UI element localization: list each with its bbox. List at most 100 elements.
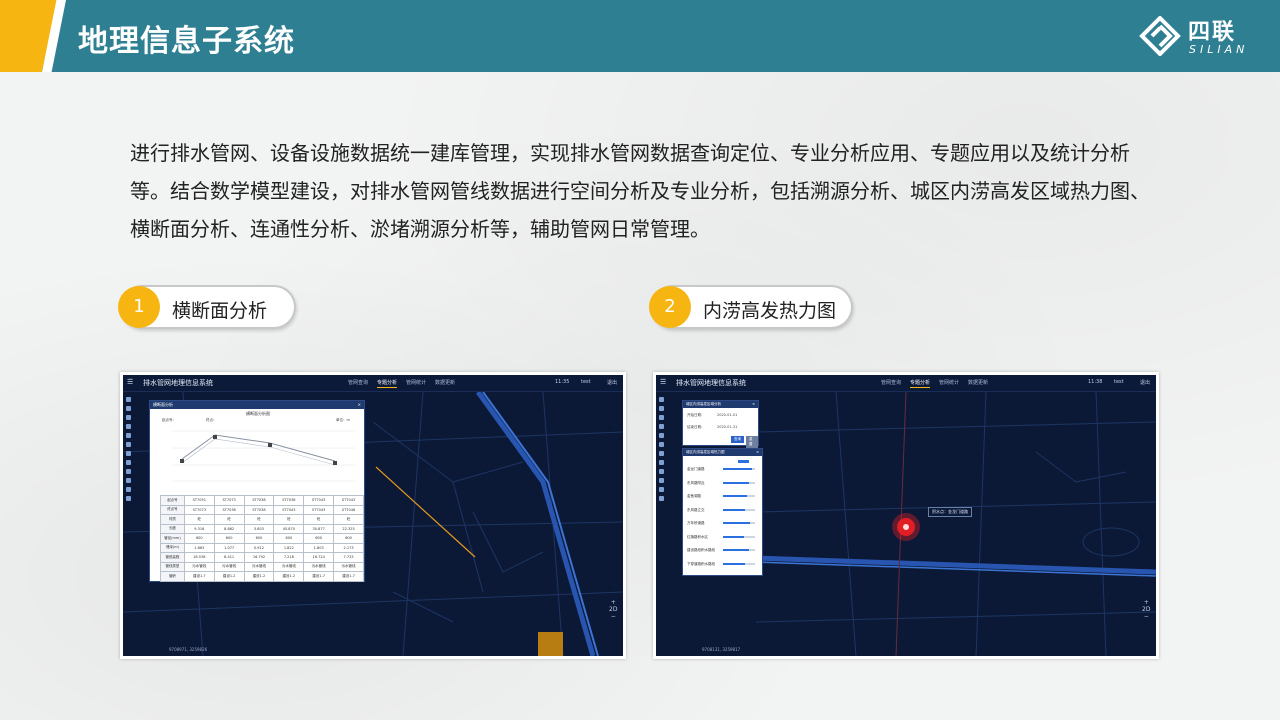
- tool-icon[interactable]: [659, 487, 664, 492]
- layer-opacity-slider[interactable]: [723, 549, 755, 551]
- table-cell: 砼: [183, 514, 215, 525]
- feature-number-2: 2: [649, 286, 691, 328]
- close-icon[interactable]: ×: [756, 450, 759, 454]
- tool-icon[interactable]: [126, 433, 131, 438]
- logout-link[interactable]: 退出: [1140, 379, 1150, 386]
- nav-item-update[interactable]: 数据更新: [968, 379, 988, 386]
- tool-icon[interactable]: [126, 469, 131, 474]
- tool-icon[interactable]: [659, 433, 664, 438]
- table-cell: 18.538: [183, 552, 215, 563]
- table-row: 管径(mm) 600 600 600 600 600 600: [160, 533, 364, 544]
- tool-icon[interactable]: [659, 424, 664, 429]
- layer-item-label[interactable]: 东风路附近: [687, 481, 705, 486]
- close-icon[interactable]: ×: [752, 402, 755, 406]
- left-toolbar: [125, 397, 133, 505]
- table-cell: 1.077: [213, 542, 245, 553]
- table-row: 长度 9.316 8.862 5.803 45.870 30.877 22.325: [160, 523, 364, 534]
- nav-item-analysis[interactable]: 专题分析: [377, 379, 398, 388]
- tool-icon[interactable]: [659, 397, 664, 402]
- app-title: 排水管网地理信息系统: [143, 379, 213, 387]
- view-mode-button[interactable]: 2D: [1142, 606, 1150, 613]
- query-button[interactable]: 查询: [731, 436, 744, 443]
- tool-icon[interactable]: [659, 442, 664, 447]
- end-date-input[interactable]: 2020-01-31: [717, 425, 737, 429]
- zoom-in-button[interactable]: +: [1142, 599, 1150, 606]
- layer-opacity-slider[interactable]: [723, 535, 755, 538]
- table-cell: ST7073: [183, 504, 215, 515]
- table-cell: 污水管线: [213, 561, 245, 572]
- layer-item-label[interactable]: 金鱼湖路: [687, 494, 701, 499]
- layer-item-label[interactable]: 金龙门道路: [687, 467, 705, 472]
- coordinate-readout: 9708971, 3259826: [169, 647, 208, 652]
- tool-icon[interactable]: [659, 406, 664, 411]
- layer-opacity-slider[interactable]: [723, 481, 755, 484]
- slider-fill: [723, 562, 746, 565]
- tool-icon[interactable]: [126, 406, 131, 411]
- table-cell: 1.863: [183, 542, 215, 553]
- header-bar: 地理信息子系统 四联 SILIAN: [0, 0, 1280, 72]
- tool-icon[interactable]: [126, 496, 131, 501]
- nav-item-update[interactable]: 数据更新: [435, 379, 455, 386]
- nav-item-query[interactable]: 管网查询: [881, 379, 901, 386]
- layer-opacity-slider[interactable]: [723, 495, 755, 497]
- zoom-out-button[interactable]: −: [609, 613, 617, 620]
- table-cell: ST7038: [243, 504, 275, 515]
- user-name[interactable]: test: [581, 379, 591, 385]
- reset-button[interactable]: 重置: [746, 436, 758, 448]
- table-row: 起点号 ST7051 ST7073 ST7038 ST7038 ST7043 ST7043: [160, 495, 364, 506]
- table-cell: 建设1.7: [303, 571, 335, 582]
- layer-opacity-slider[interactable]: [723, 508, 755, 511]
- start-date-label: 开始日期：: [687, 413, 705, 417]
- company-logo: 四联 SILIAN: [1138, 14, 1262, 58]
- tool-icon[interactable]: [126, 442, 131, 447]
- clock-time: 11:35: [555, 379, 570, 385]
- tool-icon[interactable]: [659, 451, 664, 456]
- nav-item-query[interactable]: 管网查询: [348, 379, 368, 386]
- menu-icon[interactable]: ☰: [660, 378, 666, 386]
- layer-item-label[interactable]: 建设路段积水路段: [687, 548, 715, 553]
- logo-mark-icon: [1139, 16, 1181, 56]
- nav-item-analysis[interactable]: 专题分析: [910, 379, 931, 388]
- table-row-header: 终点号: [160, 504, 185, 515]
- layer-item-label[interactable]: 万年桥道路: [687, 521, 705, 526]
- layer-item-label[interactable]: 下穿道路积水路段: [687, 562, 715, 567]
- tool-icon[interactable]: [659, 469, 664, 474]
- close-icon[interactable]: ×: [358, 402, 361, 407]
- slide-title: 地理信息子系统: [78, 24, 295, 59]
- layer-opacity-slider[interactable]: [723, 468, 755, 470]
- table-cell: 砼: [243, 514, 275, 525]
- table-row-header: 管线类型: [160, 561, 185, 572]
- tool-icon[interactable]: [126, 397, 131, 402]
- tool-icon[interactable]: [126, 460, 131, 465]
- tool-icon[interactable]: [126, 415, 131, 420]
- tool-icon[interactable]: [659, 460, 664, 465]
- nav-item-stats[interactable]: 管网统计: [939, 379, 959, 386]
- nav-item-stats[interactable]: 管网统计: [406, 379, 426, 386]
- logo-subtext: SILIAN: [1189, 43, 1249, 56]
- tool-icon[interactable]: [126, 424, 131, 429]
- logo-text: 四联: [1188, 20, 1237, 45]
- tool-icon[interactable]: [659, 478, 664, 483]
- tool-icon[interactable]: [659, 415, 664, 420]
- description-text: 进行排水管网、设备设施数据统一建库管理，实现排水管网数据查询定位、专业分析应用、…: [130, 141, 1150, 241]
- tool-icon[interactable]: [659, 496, 664, 501]
- zoom-out-button[interactable]: −: [1142, 613, 1150, 620]
- table-cell: 建设1.7: [333, 571, 364, 582]
- tool-icon[interactable]: [126, 487, 131, 492]
- logout-link[interactable]: 退出: [607, 379, 617, 386]
- zoom-in-button[interactable]: +: [609, 599, 617, 606]
- layer-opacity-slider[interactable]: [723, 562, 755, 565]
- start-date-input[interactable]: 2020-01-01: [717, 413, 737, 417]
- layer-item-label[interactable]: 红旗路积水区: [687, 535, 708, 540]
- tool-icon[interactable]: [126, 451, 131, 456]
- user-name[interactable]: test: [1114, 379, 1124, 385]
- table-cell: 30.877: [303, 523, 335, 534]
- table-cell: 7.725: [333, 552, 364, 563]
- slider-fill: [723, 495, 747, 497]
- tool-icon[interactable]: [126, 478, 131, 483]
- layer-item-label[interactable]: 东风路立交: [687, 508, 705, 513]
- panel-header: 横断面分析 ×: [150, 401, 364, 409]
- layer-opacity-slider[interactable]: [723, 522, 755, 524]
- view-mode-button[interactable]: 2D: [609, 606, 617, 613]
- menu-icon[interactable]: ☰: [127, 378, 133, 386]
